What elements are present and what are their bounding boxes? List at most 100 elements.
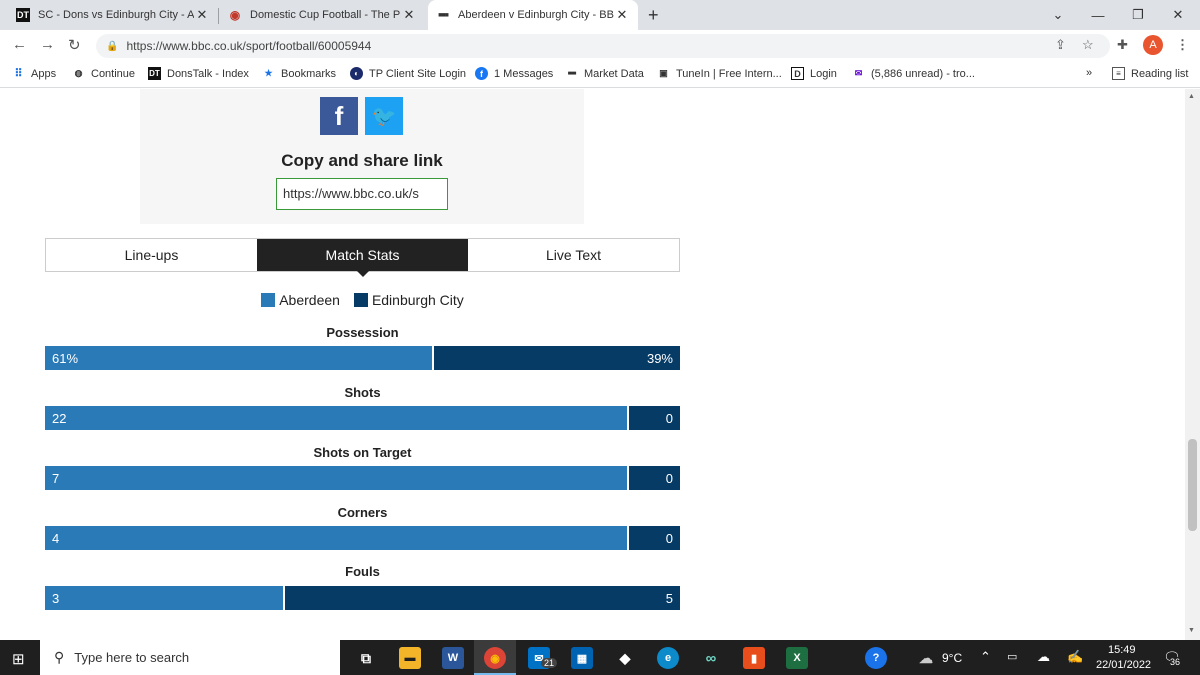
bookmark-tp-client[interactable]: ◐ TP Client Site Login xyxy=(350,67,466,80)
profile-avatar[interactable]: A xyxy=(1143,35,1163,55)
browser-tab-1[interactable]: DT SC - Dons vs Edinburgh City - Ab ✕ xyxy=(8,0,218,30)
more-menu-icon[interactable]: ⋮ xyxy=(1176,37,1189,53)
browser-tab-2[interactable]: ◉ Domestic Cup Football - The Pie ✕ xyxy=(220,0,425,30)
file-explorer-icon[interactable]: ▬ xyxy=(399,647,421,669)
facebook-icon: f xyxy=(334,100,344,131)
tab-lineups[interactable]: Line-ups xyxy=(46,239,257,271)
legend-away: Edinburgh City xyxy=(353,292,464,308)
away-value-bar: 0 xyxy=(627,406,680,430)
legend-away-label: Edinburgh City xyxy=(371,292,464,308)
bookmark-label: Bookmarks xyxy=(281,67,337,80)
scrollbar-thumb[interactable] xyxy=(1188,439,1197,531)
stat-label-fouls: Fouls xyxy=(345,564,380,579)
office-icon[interactable]: ▮ xyxy=(743,647,765,669)
dropbox-icon[interactable]: ◆ xyxy=(614,647,636,669)
bookmark-market-data[interactable]: ■■■ Market Data xyxy=(565,67,644,80)
stat-label-possession: Possession xyxy=(326,325,399,340)
bookmark-tunein[interactable]: ▣ TuneIn | Free Intern... xyxy=(657,67,782,80)
back-icon[interactable]: ← xyxy=(12,36,27,53)
home-value-bar: 4 xyxy=(45,526,627,550)
tab-live-text[interactable]: Live Text xyxy=(468,239,679,271)
close-window-icon[interactable]: ✕ xyxy=(1158,0,1198,30)
globe-icon: ◍ xyxy=(74,68,83,78)
donstalk-favicon-icon: DT xyxy=(16,8,30,22)
share-page-icon[interactable]: ⇪ xyxy=(1055,37,1066,53)
windows-taskbar: ⊞ ⚲ Type here to search ⧉ ▬ W ◉ ✉ 21 ▦ ◆… xyxy=(0,640,1200,675)
d-logo-icon: D xyxy=(791,67,804,80)
stats-legend: Aberdeen Edinburgh City xyxy=(0,292,725,308)
scroll-down-arrow-icon[interactable]: ▼ xyxy=(1188,627,1195,634)
pen-icon[interactable]: ✍ xyxy=(1067,649,1083,665)
onedrive-cloud-icon[interactable]: ☁ xyxy=(1037,649,1050,665)
bookmark-apps[interactable]: ⠿ Apps xyxy=(12,67,56,81)
mail-envelope-icon: ✉ xyxy=(854,68,863,78)
excel-icon[interactable]: X xyxy=(786,647,808,669)
reading-list[interactable]: ≡ Reading list xyxy=(1112,67,1188,80)
lock-icon: 🔒 xyxy=(106,40,119,52)
apps-grid-icon: ⠿ xyxy=(14,68,23,80)
tab-title: Domestic Cup Football - The Pie xyxy=(250,9,401,21)
edge-icon[interactable]: e xyxy=(657,647,679,669)
page-content: f 🐦 Copy and share link https://www.bbc.… xyxy=(0,89,1185,640)
close-tab-icon[interactable]: ✕ xyxy=(194,7,210,23)
bookmark-label: Market Data xyxy=(584,67,644,80)
address-bar[interactable]: 🔒 https://www.bbc.co.uk/sport/football/6… xyxy=(96,34,1110,58)
stat-bar-shots-on-target: 7 0 xyxy=(45,466,680,490)
restore-icon[interactable]: ❐ xyxy=(1118,0,1158,30)
home-value-bar: 61% xyxy=(45,346,432,370)
weather-cloud-icon[interactable]: ☁ xyxy=(915,647,937,669)
forward-icon[interactable]: → xyxy=(40,36,55,53)
help-icon[interactable]: ? xyxy=(865,647,887,669)
clock-time[interactable]: 15:49 xyxy=(1108,644,1136,656)
browser-tab-3-active[interactable]: ■■■ Aberdeen v Edinburgh City - BBC ✕ xyxy=(428,0,638,30)
weather-temperature[interactable]: 9°C xyxy=(942,651,962,665)
match-tabs: Line-ups Match Stats Live Text xyxy=(45,238,680,277)
windows-start-icon[interactable]: ⊞ xyxy=(12,650,25,668)
bookmark-continue[interactable]: ◍ Continue xyxy=(72,67,135,80)
tray-expand-chevron-icon[interactable]: ⌃ xyxy=(980,649,991,665)
tp-logo-icon: ◐ xyxy=(350,67,363,80)
word-icon[interactable]: W xyxy=(442,647,464,669)
close-tab-icon[interactable]: ✕ xyxy=(401,7,417,23)
infinity-app-icon[interactable]: ∞ xyxy=(700,647,722,669)
bookmark-login[interactable]: D Login xyxy=(791,67,837,80)
legend-home: Aberdeen xyxy=(261,292,340,308)
bookmarks-bar: ⠿ Apps ◍ Continue DT DonsTalk - Index ★ … xyxy=(0,62,1200,88)
bookmarks-overflow[interactable]: » xyxy=(1086,67,1092,79)
battery-icon[interactable]: ▭ xyxy=(1007,650,1017,663)
clock-date[interactable]: 22/01/2022 xyxy=(1096,659,1151,671)
bookmark-label: 1 Messages xyxy=(494,67,554,80)
reload-icon[interactable]: ↻ xyxy=(68,36,81,54)
store-icon[interactable]: ▦ xyxy=(571,647,593,669)
share-title: Copy and share link xyxy=(281,151,443,170)
taskbar-search-box[interactable]: ⚲ Type here to search xyxy=(40,640,340,675)
bookmark-bookmarks[interactable]: ★ Bookmarks xyxy=(262,67,336,80)
share-link-field[interactable]: https://www.bbc.co.uk/s xyxy=(276,178,448,210)
scroll-up-arrow-icon[interactable]: ▲ xyxy=(1188,93,1195,100)
stat-bar-fouls: 3 5 xyxy=(45,586,680,610)
extensions-icon[interactable]: ✚ xyxy=(1117,37,1128,53)
page-scrollbar[interactable]: ▲ ▼ xyxy=(1185,89,1200,640)
bookmark-yahoo-mail[interactable]: ✉ (5,886 unread) - tro... xyxy=(852,67,975,80)
legend-home-label: Aberdeen xyxy=(279,292,340,308)
bookmark-label: (5,886 unread) - tro... xyxy=(871,67,975,80)
tab-separator xyxy=(218,8,219,24)
close-tab-icon[interactable]: ✕ xyxy=(614,7,630,23)
tab-match-stats[interactable]: Match Stats xyxy=(257,239,468,277)
navigation-bar: ← → ↻ 🔒 https://www.bbc.co.uk/sport/foot… xyxy=(0,30,1200,62)
chrome-icon[interactable]: ◉ xyxy=(484,647,506,669)
facebook-share-button[interactable]: f xyxy=(320,97,358,135)
bookmark-messages[interactable]: f 1 Messages xyxy=(475,67,553,80)
reading-list-label: Reading list xyxy=(1131,67,1189,80)
bookmark-star-icon[interactable]: ☆ xyxy=(1082,37,1094,53)
task-view-icon[interactable]: ⧉ xyxy=(355,647,377,669)
minimize-icon[interactable]: — xyxy=(1078,0,1118,30)
bookmark-donstalk[interactable]: DT DonsTalk - Index xyxy=(148,67,249,80)
share-panel: f 🐦 Copy and share link https://www.bbc.… xyxy=(140,89,584,224)
new-tab-icon[interactable]: + xyxy=(648,5,659,26)
twitter-share-button[interactable]: 🐦 xyxy=(365,97,403,135)
tab-search-chevron-icon[interactable]: ⌄ xyxy=(1038,0,1078,30)
search-placeholder: Type here to search xyxy=(74,650,190,665)
away-value-bar: 0 xyxy=(627,466,680,490)
bookmark-label: DonsTalk - Index xyxy=(167,67,249,80)
